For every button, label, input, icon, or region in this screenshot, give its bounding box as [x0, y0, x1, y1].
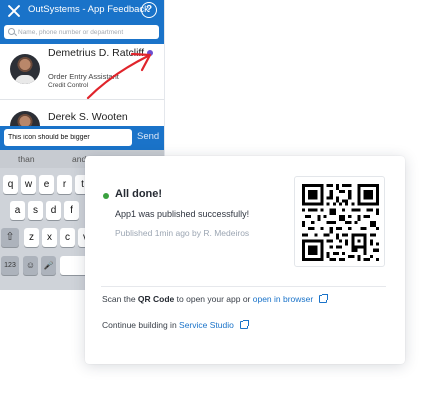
- key[interactable]: s: [28, 201, 43, 220]
- send-button[interactable]: Send: [137, 131, 159, 142]
- suggestion[interactable]: than: [18, 154, 35, 164]
- app-header: OutSystems - App Feedback ?: [0, 0, 164, 44]
- qr-code-label: QR Code: [137, 294, 175, 304]
- external-link-icon[interactable]: [239, 320, 249, 329]
- search-box[interactable]: [4, 25, 159, 39]
- annotation-arrow: [86, 52, 152, 100]
- scan-middle: to open your app or: [174, 294, 253, 304]
- continue-building: Continue building in Service Studio: [102, 320, 249, 330]
- open-in-browser-link[interactable]: open in browser: [253, 294, 313, 304]
- search-input[interactable]: [18, 25, 156, 39]
- key[interactable]: a: [10, 201, 25, 220]
- key[interactable]: q: [3, 175, 18, 194]
- close-icon[interactable]: [6, 3, 22, 19]
- qr-code: [294, 176, 385, 267]
- contact-name: Derek S. Wooten: [48, 111, 128, 123]
- feedback-bar: Send: [0, 126, 164, 150]
- numbers-key[interactable]: 123: [1, 256, 19, 275]
- avatar: [10, 54, 40, 84]
- key[interactable]: z: [24, 228, 39, 247]
- external-link-icon[interactable]: [319, 294, 329, 303]
- search-icon: [8, 28, 15, 35]
- service-studio-link[interactable]: Service Studio: [179, 320, 234, 330]
- qr-code-icon: [302, 184, 379, 261]
- app-title: OutSystems - App Feedback: [28, 4, 149, 15]
- shift-key[interactable]: ⇧: [1, 228, 19, 247]
- success-status-dot: [103, 193, 109, 199]
- key[interactable]: c: [60, 228, 75, 247]
- publish-meta: Published 1min ago by R. Medeiros: [115, 228, 250, 238]
- key[interactable]: f: [64, 201, 79, 220]
- key[interactable]: r: [57, 175, 72, 194]
- publish-success-card: All done! App1 was published successfull…: [85, 156, 405, 364]
- divider: [101, 286, 386, 287]
- key[interactable]: e: [39, 175, 54, 194]
- help-icon[interactable]: ?: [141, 2, 157, 18]
- scan-instructions: Scan the QR Code to open your app or ope…: [102, 294, 329, 304]
- microphone-icon[interactable]: 🎤: [41, 256, 56, 275]
- key[interactable]: d: [46, 201, 61, 220]
- emoji-key[interactable]: ☺: [23, 256, 38, 275]
- status-message: App1 was published successfully!: [115, 209, 250, 219]
- key[interactable]: w: [21, 175, 36, 194]
- status-title: All done!: [115, 188, 163, 200]
- continue-prefix: Continue building in: [102, 320, 180, 330]
- key[interactable]: x: [42, 228, 57, 247]
- feedback-input[interactable]: [4, 129, 132, 146]
- scan-prefix: Scan the: [102, 294, 138, 304]
